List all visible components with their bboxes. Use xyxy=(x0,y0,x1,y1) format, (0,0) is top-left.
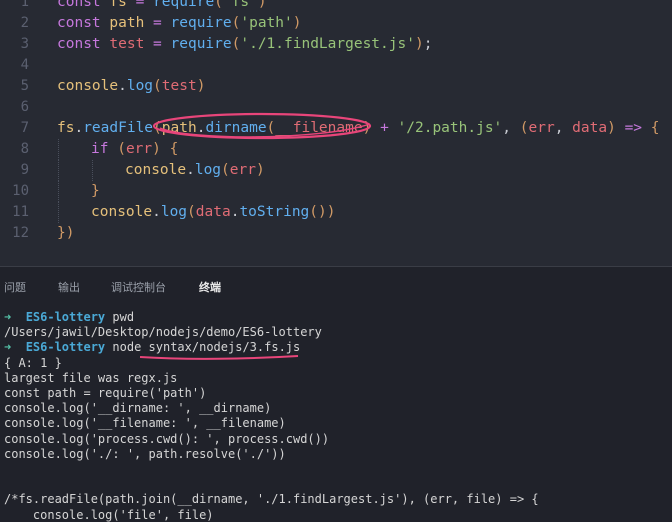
code-line[interactable]: 2 const path = require('path') xyxy=(0,13,672,34)
code-editor[interactable]: 1 const fs = require('fs') 2 const path = r… xyxy=(0,0,672,266)
code-text: }) xyxy=(57,225,75,241)
indent-guide xyxy=(58,202,59,223)
prompt-arrow-icon: ➜ xyxy=(4,310,12,324)
tab-problems[interactable]: 问题 xyxy=(4,279,26,295)
code-line[interactable]: 6 xyxy=(0,97,672,118)
tab-debug-console[interactable]: 调试控制台 xyxy=(111,279,166,295)
prompt-arrow-icon: ➜ xyxy=(4,340,12,355)
panel-tab-bar: 问题 输出 调试控制台 终端 xyxy=(0,266,672,303)
code-line[interactable]: 8 if (err) { xyxy=(0,139,672,160)
line-number: 10 xyxy=(12,183,29,199)
code-line[interactable]: 7 fs.readFile(path.dirname(__filename) + … xyxy=(0,118,672,139)
prompt-command: pwd xyxy=(112,310,135,324)
code-text: } xyxy=(91,183,100,199)
line-number: 8 xyxy=(20,141,29,157)
line-number: 7 xyxy=(20,120,29,136)
terminal-output-line: console.log('__dirname: ', __dirname) xyxy=(4,401,272,416)
line-number: 6 xyxy=(20,99,29,115)
line-number: 1 xyxy=(20,0,29,10)
line-number: 9 xyxy=(20,162,29,178)
code-line[interactable]: 1 const fs = require('fs') xyxy=(0,0,672,13)
terminal-prompt-line: ➜ ES6-lottery pwd xyxy=(4,310,134,325)
code-line[interactable]: 5 console.log(test) xyxy=(0,76,672,97)
terminal-output-line: /*fs.readFile(path.join(__dirname, './1.… xyxy=(4,492,539,507)
code-text: console.log(data.toString()) xyxy=(91,204,336,220)
line-number: 12 xyxy=(12,225,29,241)
code-line[interactable]: 3 const test = require('./1.findLargest.j… xyxy=(0,34,672,55)
indent-guide xyxy=(58,181,59,202)
code-line[interactable]: 9 console.log(err) xyxy=(0,160,672,181)
terminal[interactable]: ➜ ES6-lottery pwd/Users/jawil/Desktop/no… xyxy=(0,302,672,522)
prompt-command: node syntax/nodejs/3.fs.js xyxy=(112,340,301,355)
line-number: 4 xyxy=(20,57,29,73)
line-number: 2 xyxy=(20,15,29,31)
line-number: 3 xyxy=(20,36,29,52)
terminal-output-line: console.log('file', file) xyxy=(4,507,214,522)
terminal-output-line: { A: 1 } xyxy=(4,355,62,370)
terminal-output-line: const path = require('path') xyxy=(4,386,207,400)
terminal-output-line: console.log('__filename: ', __filename) xyxy=(4,416,286,431)
code-text: console.log(test) xyxy=(57,78,206,94)
line-number: 5 xyxy=(20,78,29,94)
terminal-prompt-line: ➜ ES6-lottery node syntax/nodejs/3.fs.js xyxy=(4,340,300,355)
code-line[interactable]: 10} xyxy=(0,181,672,202)
code-text: const fs = require('fs') xyxy=(57,0,267,10)
code-line[interactable]: 4 xyxy=(0,55,672,76)
code-text: console.log(err) xyxy=(125,162,265,178)
code-line[interactable]: 12}) xyxy=(0,223,672,244)
terminal-output-line: console.log('./: ', path.resolve('./')) xyxy=(4,446,286,461)
tab-terminal[interactable]: 终端 xyxy=(199,279,221,295)
code-text: if (err) { xyxy=(91,141,179,157)
code-text: const test = require('./1.findLargest.js… xyxy=(57,36,433,52)
tab-output[interactable]: 输出 xyxy=(58,279,80,295)
indent-guide xyxy=(92,160,93,181)
indent-guide xyxy=(58,160,59,181)
code-text: const path = require('path') xyxy=(57,15,302,31)
terminal-output-line: /Users/jawil/Desktop/nodejs/demo/ES6-lot… xyxy=(4,325,322,340)
prompt-directory: ES6-lottery xyxy=(25,310,106,324)
prompt-directory: ES6-lottery xyxy=(25,340,106,355)
indent-guide xyxy=(58,139,59,160)
line-number: 11 xyxy=(12,204,29,220)
code-line[interactable]: 11 console.log(data.toString()) xyxy=(0,202,672,223)
code-text: fs.readFile(path.dirname(__filename) + '… xyxy=(57,120,660,136)
terminal-output-line: largest file was regx.js xyxy=(4,370,178,385)
terminal-output-line: console.log('process.cwd(): ', process.c… xyxy=(4,431,330,446)
